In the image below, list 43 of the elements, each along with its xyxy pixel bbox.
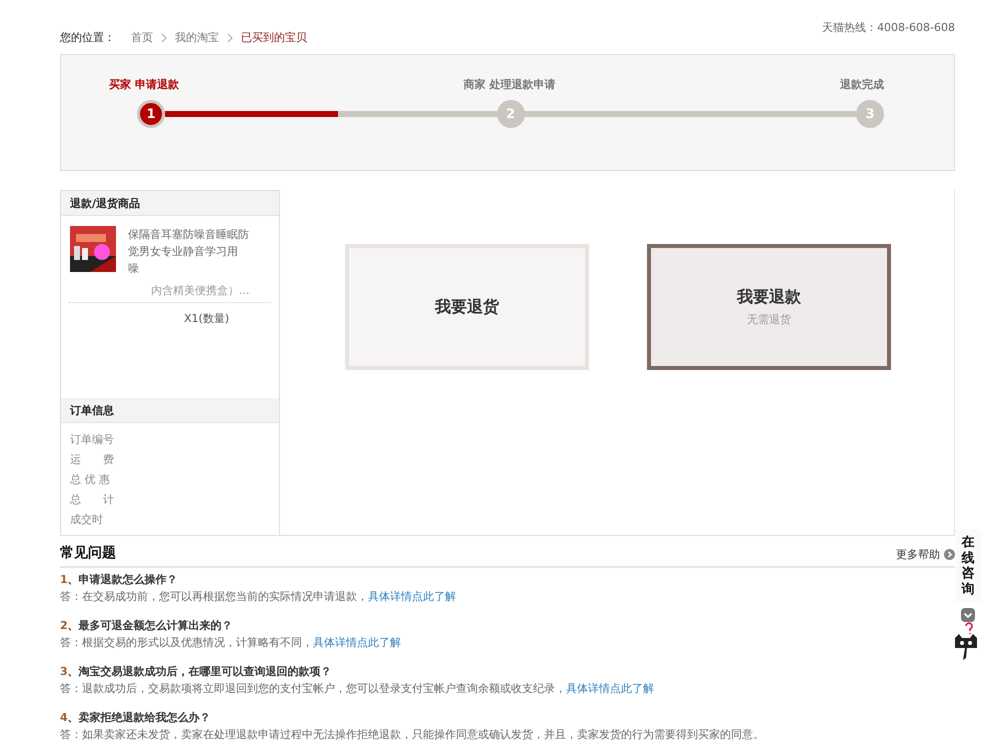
order-label: 总 计 [70,492,115,507]
step-title: 商家 处理退款申请 [464,77,556,92]
chevron-icon [161,32,167,42]
step-title: 买家 申请退款 [109,77,179,92]
details-link[interactable]: 具体详情点此了解 [566,682,654,695]
panel-title: 退款/退货商品 [70,196,140,210]
details-link[interactable]: 具体详情点此了解 [313,636,401,649]
hotline-text: 天猫热线：4008-608-608 [822,20,955,35]
breadcrumb-label: 您的位置： [60,30,115,45]
faq-title: 常见问题 [60,544,116,562]
details-link[interactable]: 具体详情点此了解 [368,590,456,603]
faq-answer: 答：根据交易的形式以及优惠情况，计算略有不同，具体详情点此了解 [60,635,401,650]
faq-question: 2、最多可退金额怎么计算出来的？ [60,618,233,633]
faq-answer: 答：在交易成功前，您可以再根据您当前的实际情况申请退款，具体详情点此了解 [60,589,456,604]
chevron-down-icon[interactable] [961,608,975,622]
order-label: 订单编号 [70,432,115,447]
product-title: 保隔音耳塞防噪音睡眠防 [128,227,249,243]
product-spec: 内含精美便携盒）... [69,277,271,303]
arrow-right-icon [944,549,955,560]
more-help-link[interactable]: 更多帮助 [896,547,955,562]
chevron-icon [227,32,233,42]
faq-question: 3、淘宝交易退款成功后，在哪里可以查询退回的款项？ [60,664,332,679]
order-label: 成交时 [70,512,104,527]
step-number: 1 [137,100,165,128]
faq-answer: 答：如果卖家还未发货，卖家在处理退款申请过程中无法操作拒绝退款，只能操作同意或确认发货，并且，卖家发货的行为需要得到买家的同意。 [60,727,764,742]
product-title: 噪 [128,261,140,277]
option-button[interactable]: 我要退款 无需退货 [647,244,891,370]
order-label: 运 费 [70,452,115,467]
faq-question: 1、申请退款怎么操作？ [60,572,178,587]
step-title: 退款完成 [840,77,884,92]
panel-title: 订单信息 [70,402,114,418]
faq-answer: 答：退款成功后，交易款项将立即退回到您的支付宝帐户，您可以登录支付宝帐户查询余额或收支纪录，具体详情点此了解 [60,681,654,696]
step-number: 2 [496,100,524,128]
quantity-text: X1(数量) [183,311,230,326]
breadcrumb-link[interactable]: 首页 [131,30,153,45]
breadcrumb-link[interactable]: 我的淘宝 [175,30,219,45]
product-title: 觉男女专业静音学习用 [128,244,239,260]
consult-tab[interactable]: 在线咨询 [956,530,980,602]
faq-question: 4、卖家拒绝退款给我怎么办？ [60,710,211,725]
order-label: 总 优 惠 [70,472,111,487]
option-button[interactable]: 我要退货 [345,244,589,370]
step-number: 3 [856,100,884,128]
breadcrumb-link[interactable]: 已买到的宝贝 [241,30,307,45]
